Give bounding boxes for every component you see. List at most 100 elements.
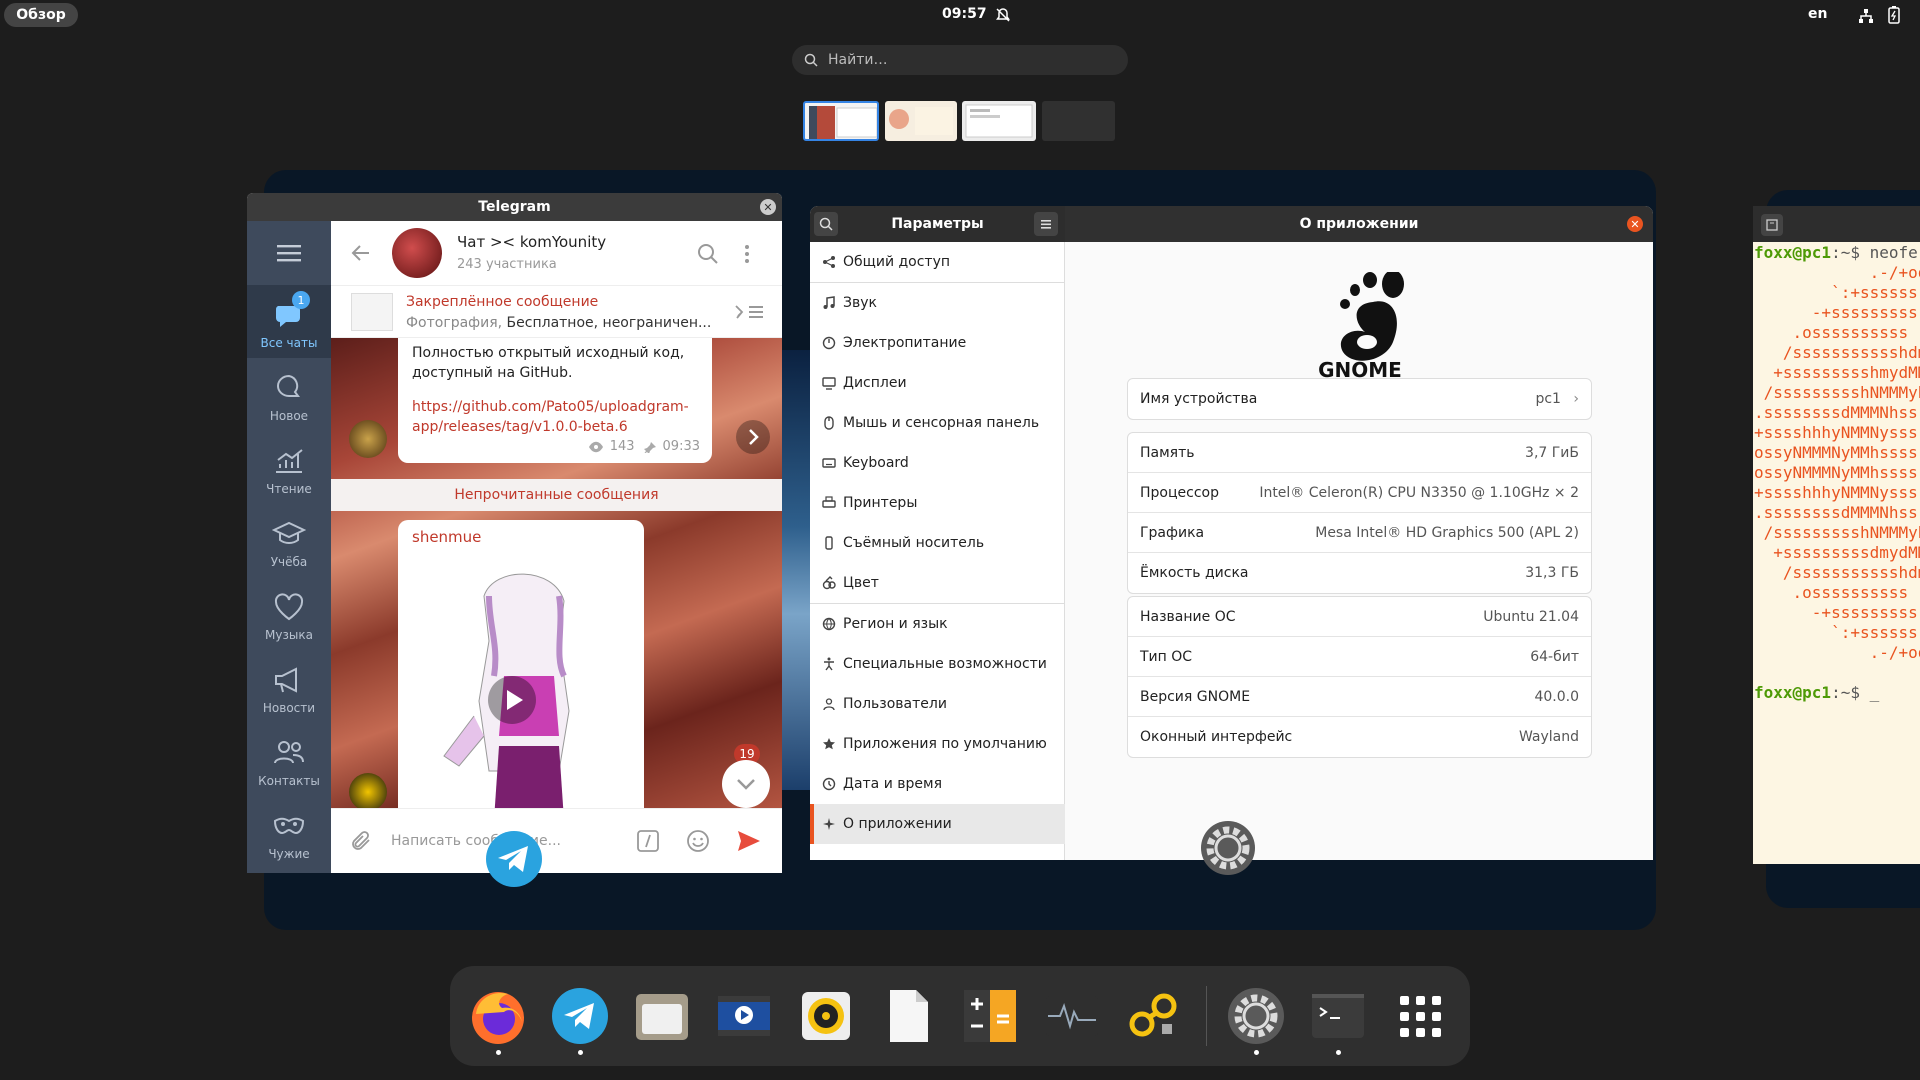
pinned-list-icon[interactable] bbox=[733, 302, 765, 322]
folder-news[interactable]: Новости bbox=[247, 650, 331, 723]
settings-menu-button[interactable] bbox=[1034, 212, 1058, 236]
terminal-window[interactable]: foxx@pc1:~$ neofe .-/+oo `:+ssssss -+sss… bbox=[1753, 206, 1920, 864]
terminal-icon bbox=[1312, 994, 1364, 1038]
dock-telegram[interactable] bbox=[550, 986, 610, 1046]
send-icon[interactable] bbox=[736, 829, 762, 853]
sender-avatar[interactable] bbox=[349, 420, 387, 458]
device-name-card[interactable]: Имя устройства pc1 › bbox=[1127, 378, 1592, 420]
folder-strangers[interactable]: Чужие bbox=[247, 796, 331, 869]
device-name-row[interactable]: Имя устройства pc1 › bbox=[1128, 379, 1591, 419]
battery-charging-icon[interactable] bbox=[1888, 6, 1900, 24]
sidebar-item-region[interactable]: Регион и язык bbox=[810, 604, 1065, 644]
arrow-back-icon[interactable] bbox=[349, 241, 373, 265]
overview-search[interactable] bbox=[792, 45, 1128, 75]
search-input[interactable] bbox=[828, 52, 1118, 68]
emoji-icon[interactable] bbox=[686, 829, 710, 853]
folder-label: Контакты bbox=[258, 774, 320, 788]
sidebar-item-power[interactable]: Электропитание bbox=[810, 323, 1065, 363]
workspace-thumbnail-2[interactable] bbox=[885, 101, 957, 141]
close-button[interactable]: ✕ bbox=[760, 199, 776, 215]
dock-terminal[interactable] bbox=[1308, 986, 1368, 1046]
sidebar-item-removable-media[interactable]: Съёмный носитель bbox=[810, 523, 1065, 563]
search-icon[interactable] bbox=[697, 243, 719, 265]
dock-system-monitor[interactable] bbox=[1042, 986, 1102, 1046]
dock-video-editor[interactable] bbox=[714, 986, 774, 1046]
telegram-window[interactable]: Telegram ✕ 1 Все чаты Новое Чтение Учёба… bbox=[247, 193, 782, 873]
dock-settings[interactable] bbox=[1226, 986, 1286, 1046]
workspace-thumbnail-3[interactable] bbox=[962, 101, 1036, 141]
dock-app-grid[interactable] bbox=[1390, 986, 1450, 1046]
new-tab-button[interactable] bbox=[1761, 214, 1783, 236]
activities-button[interactable]: Обзор bbox=[4, 3, 78, 27]
folder-all-chats[interactable]: 1 Все чаты bbox=[247, 285, 331, 358]
dock-text-editor[interactable] bbox=[878, 986, 938, 1046]
forward-button[interactable] bbox=[736, 420, 770, 454]
telegram-app-icon[interactable] bbox=[485, 830, 543, 888]
telegram-titlebar[interactable]: Telegram ✕ bbox=[247, 193, 782, 221]
message-bubble[interactable]: Полностью открытый исходный код, доступн… bbox=[398, 338, 712, 463]
chevron-down-icon bbox=[737, 779, 755, 790]
bot-commands-icon[interactable] bbox=[636, 829, 660, 853]
sidebar-item-mouse[interactable]: Мышь и сенсорная панель bbox=[810, 403, 1065, 443]
video-message-bubble[interactable]: shenmue bbox=[398, 520, 644, 808]
sidebar-item-printers[interactable]: Принтеры bbox=[810, 483, 1065, 523]
dock-rhythmbox[interactable] bbox=[796, 986, 856, 1046]
settings-app-icon[interactable] bbox=[1200, 820, 1256, 876]
more-vertical-icon[interactable] bbox=[743, 243, 751, 265]
hamburger-menu-icon[interactable] bbox=[277, 243, 301, 263]
terminal-output[interactable]: foxx@pc1:~$ neofe .-/+oo `:+ssssss -+sss… bbox=[1754, 243, 1920, 703]
play-icon[interactable] bbox=[488, 676, 536, 724]
usb-icon bbox=[825, 536, 833, 550]
scroll-to-bottom-button[interactable] bbox=[722, 760, 770, 808]
close-button[interactable]: ✕ bbox=[1627, 216, 1643, 232]
dock-firefox[interactable] bbox=[468, 986, 528, 1046]
sidebar-item-default-apps[interactable]: Приложения по умолчанию bbox=[810, 724, 1065, 764]
info-row-memory: Память 3,7 ГиБ bbox=[1128, 433, 1591, 473]
folder-music[interactable]: Музыка bbox=[247, 577, 331, 650]
sidebar-item-date-time[interactable]: Дата и время bbox=[810, 764, 1065, 804]
message-sender[interactable]: shenmue bbox=[412, 528, 481, 546]
pinned-message-bar[interactable]: Закреплённое сообщение Фотография, Беспл… bbox=[331, 286, 782, 338]
folder-study[interactable]: Учёба bbox=[247, 504, 331, 577]
sidebar-item-label: Мышь и сенсорная панель bbox=[843, 415, 1040, 431]
sidebar-item-color[interactable]: Цвет bbox=[810, 563, 1065, 603]
folder-contacts[interactable]: Контакты bbox=[247, 723, 331, 796]
input-language-indicator[interactable]: en bbox=[1808, 6, 1827, 22]
sidebar-item-about[interactable]: О приложении bbox=[810, 804, 1065, 844]
workspace-thumbnail-1[interactable] bbox=[803, 101, 879, 141]
dock-sound-recorder[interactable] bbox=[1124, 986, 1184, 1046]
sidebar-item-users[interactable]: Пользователи bbox=[810, 684, 1065, 724]
bell-off-icon[interactable] bbox=[995, 7, 1011, 23]
message-link[interactable]: https://github.com/Pato05/uploadgram-app… bbox=[412, 397, 698, 437]
info-value: 31,3 ГБ bbox=[1525, 565, 1579, 581]
sparkle-icon bbox=[823, 818, 835, 830]
settings-window[interactable]: Параметры О приложении ✕ Общий доступ Зв… bbox=[810, 206, 1653, 860]
sender-avatar[interactable] bbox=[349, 773, 387, 808]
info-value: Intel® Celeron(R) CPU N3350 @ 1.10GHz × … bbox=[1259, 484, 1579, 501]
new-tab-icon bbox=[1766, 219, 1778, 231]
pinned-prefix: Фотография, bbox=[406, 315, 503, 331]
clock[interactable]: 09:57 bbox=[942, 6, 987, 22]
folder-new[interactable]: Новое bbox=[247, 358, 331, 431]
running-indicator bbox=[1336, 1050, 1341, 1055]
display-icon bbox=[822, 377, 836, 390]
sidebar-item-accessibility[interactable]: Специальные возможности bbox=[810, 644, 1065, 684]
chat-avatar[interactable] bbox=[392, 228, 442, 278]
sidebar-item-sound[interactable]: Звук bbox=[810, 283, 1065, 323]
chat-messages[interactable]: Полностью открытый исходный код, доступн… bbox=[331, 338, 782, 808]
folder-reading[interactable]: Чтение bbox=[247, 431, 331, 504]
chevron-right-icon bbox=[749, 429, 759, 445]
paperclip-icon[interactable] bbox=[349, 829, 373, 853]
chat-member-count: 243 участника bbox=[457, 257, 557, 272]
chat-header[interactable]: Чат >< komYounity 243 участника bbox=[331, 221, 782, 286]
sidebar-item-keyboard[interactable]: Keyboard bbox=[810, 443, 1065, 483]
sidebar-item-displays[interactable]: Дисплеи bbox=[810, 363, 1065, 403]
info-row-os-name: Название ОС Ubuntu 21.04 bbox=[1128, 597, 1591, 637]
workspace-thumbnail-4[interactable] bbox=[1042, 101, 1115, 141]
network-wired-icon[interactable] bbox=[1858, 8, 1874, 24]
sidebar-item-sharing[interactable]: Общий доступ bbox=[810, 242, 1065, 282]
dock-files[interactable] bbox=[632, 986, 692, 1046]
dock-calculator[interactable] bbox=[960, 986, 1020, 1046]
window-title: Telegram bbox=[478, 199, 551, 215]
star-icon bbox=[823, 738, 835, 750]
